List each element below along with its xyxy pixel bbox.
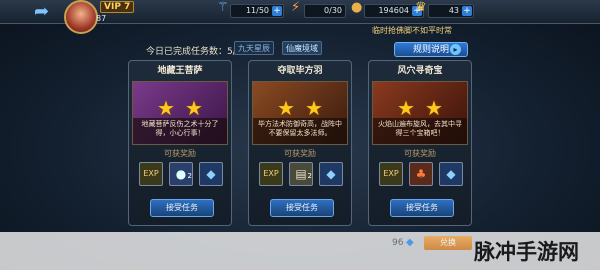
crystal-icon[interactable]: ◆	[319, 162, 343, 186]
site-watermark: 脉冲手游网	[474, 239, 579, 264]
rules-arrow-icon: ▸	[450, 44, 461, 55]
star-icon: ★	[305, 96, 323, 120]
energy-icon: ⚡	[291, 0, 301, 15]
task-progress: 今日已完成任务数：5/10	[146, 47, 248, 57]
tab-heaven[interactable]: 九天星辰	[234, 41, 274, 55]
card-description: 火焰山遍布旋风，去其中寻得三个宝箱吧！	[373, 118, 467, 144]
card-title: 风穴寻奇宝	[397, 66, 443, 76]
coin-value: 194604	[378, 6, 409, 15]
exp-icon[interactable]: EXP	[379, 162, 403, 186]
item-count: 2	[307, 172, 312, 180]
crystal-icon[interactable]: ◆	[439, 162, 463, 186]
reward-label: 可获奖励	[284, 149, 316, 158]
crown-value: 43	[448, 6, 459, 15]
card-description: 地藏菩萨反伤之术十分了得，小心行事！	[133, 118, 227, 144]
accept-quest-button[interactable]: 接受任务	[150, 199, 214, 217]
item-count: 2	[187, 172, 192, 180]
coin-icon: ●	[351, 0, 363, 15]
quest-card-3: 风穴寻奇宝 ★ ★ 火焰山遍布旋风，去其中寻得三个宝箱吧！ 可获奖励 EXP ♣…	[368, 60, 472, 226]
star-icon: ★	[277, 96, 295, 120]
card-title: 夺取毕方羽	[277, 66, 323, 76]
exp-icon[interactable]: EXP	[139, 162, 163, 186]
accept-quest-button[interactable]: 接受任务	[390, 199, 454, 217]
card-banner: ★ ★ 毕方法术防御奇高，战阵中不要保留太多法师。	[252, 81, 348, 145]
card-description: 毕方法术防御奇高，战阵中不要保留太多法师。	[253, 118, 347, 144]
header-subtitle: 临时抢佛脚不如平时常	[372, 26, 452, 35]
reward-items: EXP ● 2 ◆	[135, 162, 227, 186]
gem-icon: ◆	[406, 237, 414, 248]
stamina-icon: ⚚	[217, 0, 229, 15]
back-arrow-icon[interactable]: ➦	[34, 3, 60, 21]
crown-stat: ♛ 43 +	[415, 1, 474, 18]
star-icon: ★	[157, 96, 175, 120]
accept-quest-button[interactable]: 接受任务	[270, 199, 334, 217]
player-avatar[interactable]	[64, 0, 98, 34]
crown-icon: ♛	[415, 0, 427, 15]
orb-icon[interactable]: ● 2	[169, 162, 193, 186]
stamina-value: 11/50	[245, 6, 269, 15]
card-banner: ★ ★ 火焰山遍布旋风，去其中寻得三个宝箱吧！	[372, 81, 468, 145]
crystal-icon[interactable]: ◆	[199, 162, 223, 186]
card-title: 地藏王菩萨	[157, 66, 203, 76]
star-icon: ★	[425, 96, 443, 120]
reward-items: EXP ♣ ◆	[375, 162, 467, 186]
quest-card-2: 夺取毕方羽 ★ ★ 毕方法术防御奇高，战阵中不要保留太多法师。 可获奖励 EXP…	[248, 60, 352, 226]
star-icon: ★	[397, 96, 415, 120]
card-banner: ★ ★ 地藏菩萨反伤之术十分了得，小心行事！	[132, 81, 228, 145]
exp-icon[interactable]: EXP	[259, 162, 283, 186]
rules-label: 规则说明	[412, 45, 449, 55]
crown-plus-button[interactable]: +	[462, 6, 472, 16]
energy-stat: ⚡ 0/30	[291, 1, 346, 18]
vip-badge: VIP 7	[100, 1, 135, 13]
gem-count: 96	[392, 238, 404, 248]
scroll-icon[interactable]: ▤ 2	[289, 162, 313, 186]
quest-card-1: 地藏王菩萨 ★ ★ 地藏菩萨反伤之术十分了得，小心行事！ 可获奖励 EXP ● 2…	[128, 60, 232, 226]
star-icon: ★	[185, 96, 203, 120]
reward-label: 可获奖励	[404, 149, 436, 158]
stamina-stat: ⚚ 11/50 +	[217, 1, 284, 18]
reward-label: 可获奖励	[164, 149, 196, 158]
player-level: 87	[96, 14, 107, 23]
exchange-button[interactable]: 兑换	[424, 236, 472, 250]
mushroom-icon[interactable]: ♣	[409, 162, 433, 186]
tab-realm[interactable]: 仙魔境域	[282, 41, 322, 55]
stamina-plus-button[interactable]: +	[272, 6, 282, 16]
energy-value: 0/30	[324, 6, 342, 15]
reward-items: EXP ▤ 2 ◆	[255, 162, 347, 186]
